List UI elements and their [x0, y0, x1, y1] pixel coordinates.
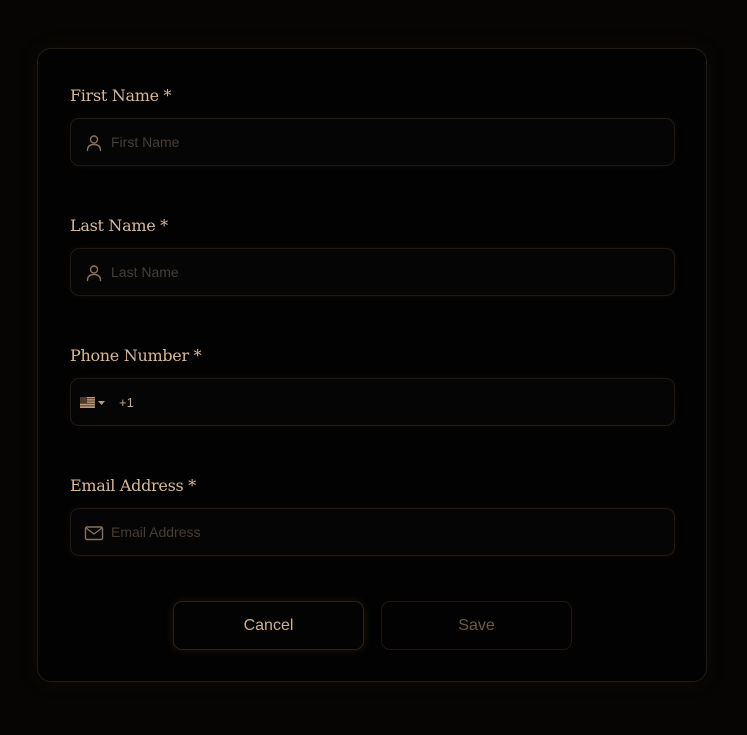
last-name-field[interactable]	[70, 248, 675, 296]
dial-code: +1	[119, 395, 134, 410]
country-code-selector[interactable]	[79, 393, 109, 413]
email-address-field[interactable]	[70, 508, 675, 556]
phone-number-label: Phone Number *	[70, 346, 202, 365]
mail-icon	[84, 526, 104, 541]
first-name-input[interactable]	[111, 119, 661, 165]
chevron-down-icon	[98, 401, 105, 405]
cancel-button[interactable]: Cancel	[173, 601, 364, 650]
first-name-label: First Name *	[70, 86, 172, 105]
user-icon	[86, 135, 102, 152]
first-name-field[interactable]	[70, 118, 675, 166]
profile-form-card: First Name * Last Name * Phone Number *	[37, 48, 707, 682]
email-address-label: Email Address *	[70, 476, 196, 495]
email-address-input[interactable]	[111, 509, 661, 555]
user-icon	[86, 265, 102, 282]
save-button[interactable]: Save	[381, 601, 572, 650]
last-name-input[interactable]	[111, 249, 661, 295]
last-name-label: Last Name *	[70, 216, 168, 235]
phone-number-input[interactable]	[139, 379, 659, 425]
us-flag-icon	[80, 397, 95, 408]
phone-number-field[interactable]: +1	[70, 378, 675, 426]
